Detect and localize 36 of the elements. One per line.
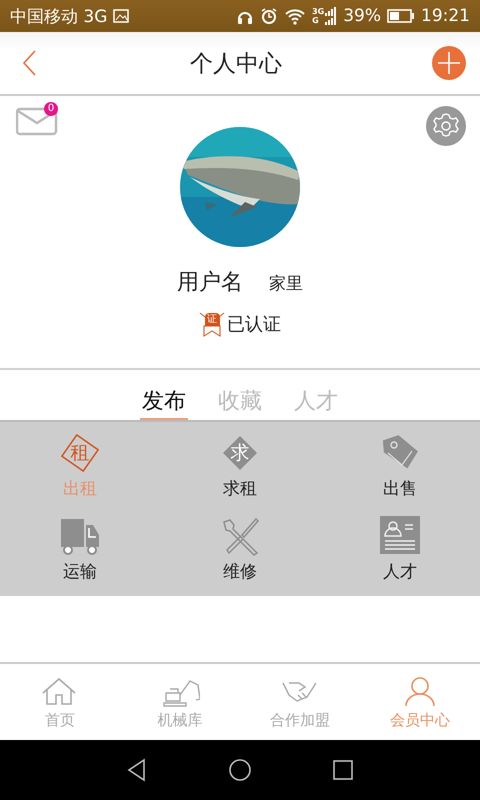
- image-icon: [113, 8, 130, 24]
- carrier-name: 中国移动 3G: [10, 6, 108, 28]
- battery-icon: [387, 8, 415, 24]
- action-item[interactable]: 人才: [320, 515, 480, 584]
- nav-tab[interactable]: 合作加盟: [240, 664, 360, 740]
- home-circle-icon[interactable]: [228, 758, 252, 782]
- tab[interactable]: 收藏: [216, 386, 264, 420]
- action-item[interactable]: 求 求租: [160, 432, 320, 501]
- clock-time: 19:21: [421, 6, 470, 26]
- back-icon[interactable]: [126, 758, 148, 782]
- nav-tab[interactable]: 会员中心: [360, 664, 480, 740]
- username-label: 用户名: [177, 269, 243, 297]
- tab[interactable]: 人才: [292, 386, 340, 420]
- signal-icon: [325, 7, 338, 25]
- nav-tab[interactable]: 首页: [0, 664, 120, 740]
- nav-tab[interactable]: 机械库: [120, 664, 240, 740]
- rent-stamp-icon: 租: [60, 433, 100, 473]
- verified-label: 已认证: [227, 313, 281, 336]
- network-type: 3G: [312, 7, 324, 16]
- alarm-icon: [260, 7, 278, 25]
- action-item[interactable]: 运输: [0, 515, 160, 584]
- action-item[interactable]: 出售: [320, 432, 480, 501]
- recents-icon[interactable]: [332, 759, 354, 781]
- network-type: G: [312, 16, 320, 25]
- battery-percent: 39%: [343, 6, 381, 26]
- add-icon[interactable]: [432, 46, 466, 80]
- action-item[interactable]: 维修: [160, 515, 320, 584]
- username: 家里: [269, 273, 303, 295]
- settings-icon[interactable]: [426, 106, 466, 146]
- wifi-icon: [284, 7, 306, 25]
- action-item[interactable]: 租 出租: [0, 432, 160, 501]
- message-count-badge: 0: [44, 102, 58, 116]
- tools-icon: [220, 516, 260, 556]
- page-title: 个人中心: [190, 50, 282, 78]
- truck-icon: [60, 516, 100, 556]
- resume-card-icon: [380, 516, 420, 556]
